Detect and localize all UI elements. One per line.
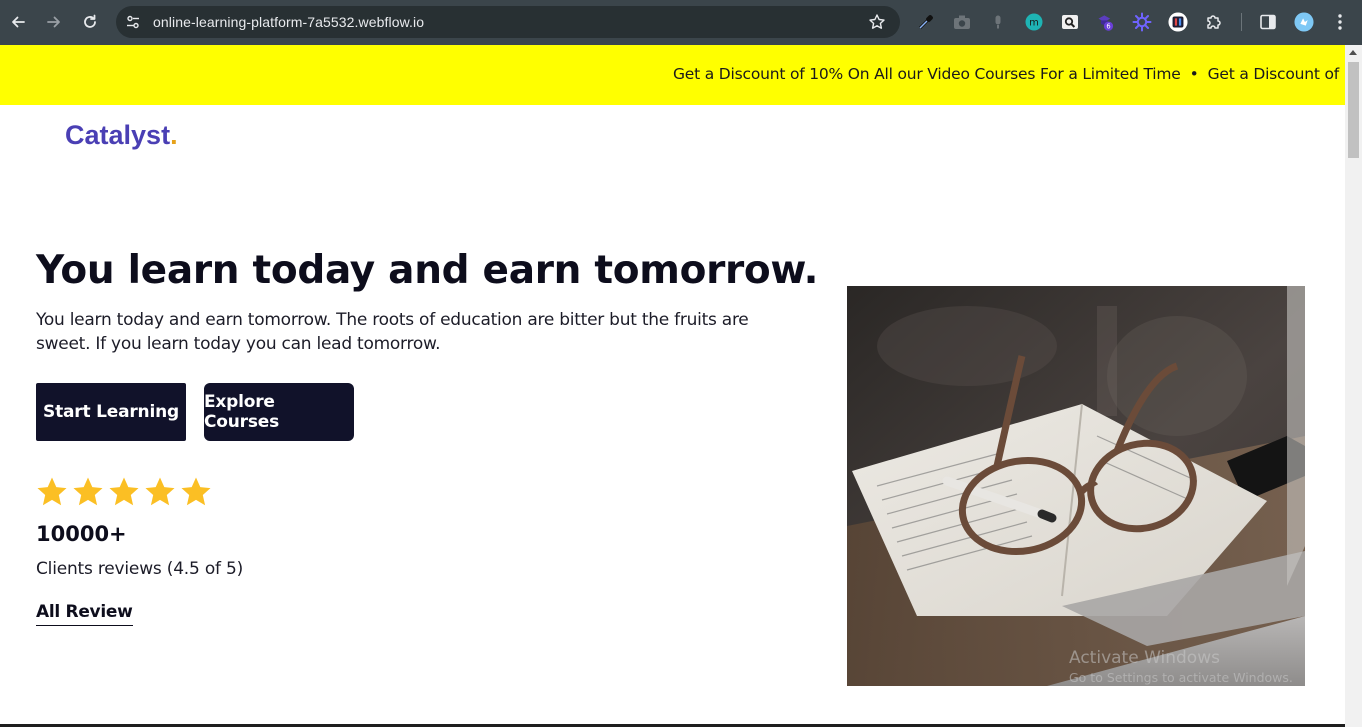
watermark-title: Activate Windows	[1069, 648, 1220, 668]
discount-banner: Get a Discount of 10% On All our Video C…	[0, 45, 1345, 105]
reload-icon[interactable]	[80, 12, 100, 32]
url-text[interactable]: online-learning-platform-7a5532.webflow.…	[153, 13, 424, 31]
star-icon	[37, 477, 67, 506]
address-bar[interactable]: online-learning-platform-7a5532.webflow.…	[116, 6, 900, 38]
extension-f-icon[interactable]	[1168, 12, 1188, 32]
scroll-thumb[interactable]	[1348, 62, 1359, 158]
site-logo[interactable]: Catalyst.	[65, 120, 178, 151]
logo-text-bolt: ys	[131, 120, 162, 150]
windows-activation-watermark: Activate Windows Go to Settings to activ…	[1069, 648, 1293, 685]
mic-icon[interactable]	[988, 12, 1008, 32]
bookmark-star-icon[interactable]	[868, 13, 886, 35]
star-icon	[109, 477, 139, 506]
start-learning-button[interactable]: Start Learning	[36, 383, 186, 441]
rating-stars	[36, 476, 212, 508]
back-icon[interactable]	[8, 12, 28, 32]
hero-description: You learn today and earn tomorrow. The r…	[36, 310, 749, 354]
forward-icon[interactable]	[44, 12, 64, 32]
all-review-link[interactable]: All Review	[36, 602, 133, 626]
hero-image	[847, 286, 1305, 686]
extension-m-icon[interactable]: m	[1024, 12, 1044, 32]
site-settings-icon[interactable]	[125, 14, 141, 34]
logo-text-a: Catal	[65, 120, 132, 150]
banner-separator: •	[1189, 65, 1199, 83]
profile-icon[interactable]	[1294, 12, 1314, 32]
svg-text:m: m	[1029, 18, 1039, 29]
svg-text:6: 6	[1106, 23, 1110, 31]
web-page: Get a Discount of 10% On All our Video C…	[0, 45, 1345, 727]
logo-dot: .	[170, 120, 178, 150]
camera-icon[interactable]	[952, 12, 972, 32]
extension-badge-icon[interactable]: 6	[1096, 12, 1116, 32]
extension-search-icon[interactable]	[1060, 12, 1080, 32]
browser-toolbar: online-learning-platform-7a5532.webflow.…	[0, 0, 1362, 45]
banner-message-repeat: Get a Discount of 10% On All our Video C…	[1207, 65, 1345, 83]
star-icon	[181, 477, 211, 506]
hero-title: You learn today and earn tomorrow.	[36, 248, 819, 293]
side-panel-icon[interactable]	[1258, 12, 1278, 32]
watermark-subtitle: Go to Settings to activate Windows.	[1069, 670, 1293, 685]
banner-message: Get a Discount of 10% On All our Video C…	[673, 65, 1181, 83]
toolbar-divider	[1241, 13, 1242, 31]
logo-text-b: t	[161, 120, 171, 150]
scroll-up-arrow-icon[interactable]	[1349, 50, 1357, 55]
star-icon	[145, 477, 175, 506]
review-count: 10000+	[36, 522, 127, 546]
menu-kebab-icon[interactable]	[1330, 12, 1350, 32]
eyedropper-icon[interactable]	[916, 12, 936, 32]
star-icon	[73, 477, 103, 506]
extensions-puzzle-icon[interactable]	[1204, 12, 1224, 32]
reviews-text: Clients reviews (4.5 of 5)	[36, 559, 244, 579]
banner-marquee: Get a Discount of 10% On All our Video C…	[673, 65, 1345, 83]
explore-courses-button[interactable]: Explore Courses	[204, 383, 354, 441]
extension-gear-icon[interactable]	[1132, 12, 1152, 32]
page-scrollbar[interactable]	[1345, 45, 1362, 727]
